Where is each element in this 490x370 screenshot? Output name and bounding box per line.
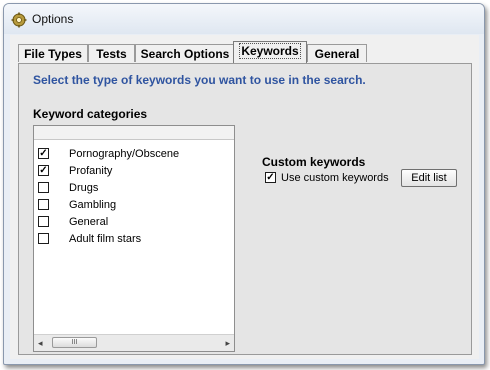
horizontal-scrollbar[interactable]: ◂ III ▸: [34, 334, 234, 351]
scrollbar-thumb[interactable]: III: [52, 337, 97, 348]
tab-general[interactable]: General: [307, 44, 367, 62]
tab-file-types[interactable]: File Types: [18, 44, 88, 62]
custom-keywords-label: Custom keywords: [262, 155, 366, 169]
category-checkbox[interactable]: [38, 233, 49, 244]
tab-tests[interactable]: Tests: [88, 44, 135, 62]
list-header: [34, 126, 234, 140]
keyword-categories-label: Keyword categories: [33, 107, 148, 121]
category-checkbox[interactable]: [38, 199, 49, 210]
tab-keywords[interactable]: Keywords: [233, 41, 307, 63]
category-checkbox[interactable]: [38, 216, 49, 227]
options-window: Options File Types Tests Search Options …: [3, 3, 485, 365]
window-title: Options: [32, 12, 74, 26]
use-custom-keywords-checkbox[interactable]: ✓: [265, 172, 276, 183]
gear-icon: [11, 12, 27, 28]
use-custom-keywords-label: Use custom keywords: [281, 172, 389, 184]
scroll-left-icon[interactable]: ◂: [38, 338, 43, 349]
instruction-text: Select the type of keywords you want to …: [33, 73, 366, 87]
keyword-categories-list[interactable]: ✓ Pornography/Obscene ✓ Profanity Drugs …: [33, 125, 235, 352]
scroll-right-icon[interactable]: ▸: [225, 338, 230, 349]
window-client-area: File Types Tests Search Options Keywords…: [10, 35, 479, 359]
tab-search-options[interactable]: Search Options: [135, 44, 235, 62]
keywords-panel: Select the type of keywords you want to …: [18, 63, 472, 355]
category-checkbox[interactable]: [38, 182, 49, 193]
title-bar[interactable]: Options: [4, 4, 484, 34]
edit-list-button[interactable]: Edit list: [401, 169, 457, 187]
category-checkbox[interactable]: ✓: [38, 165, 49, 176]
category-checkbox[interactable]: ✓: [38, 148, 49, 159]
